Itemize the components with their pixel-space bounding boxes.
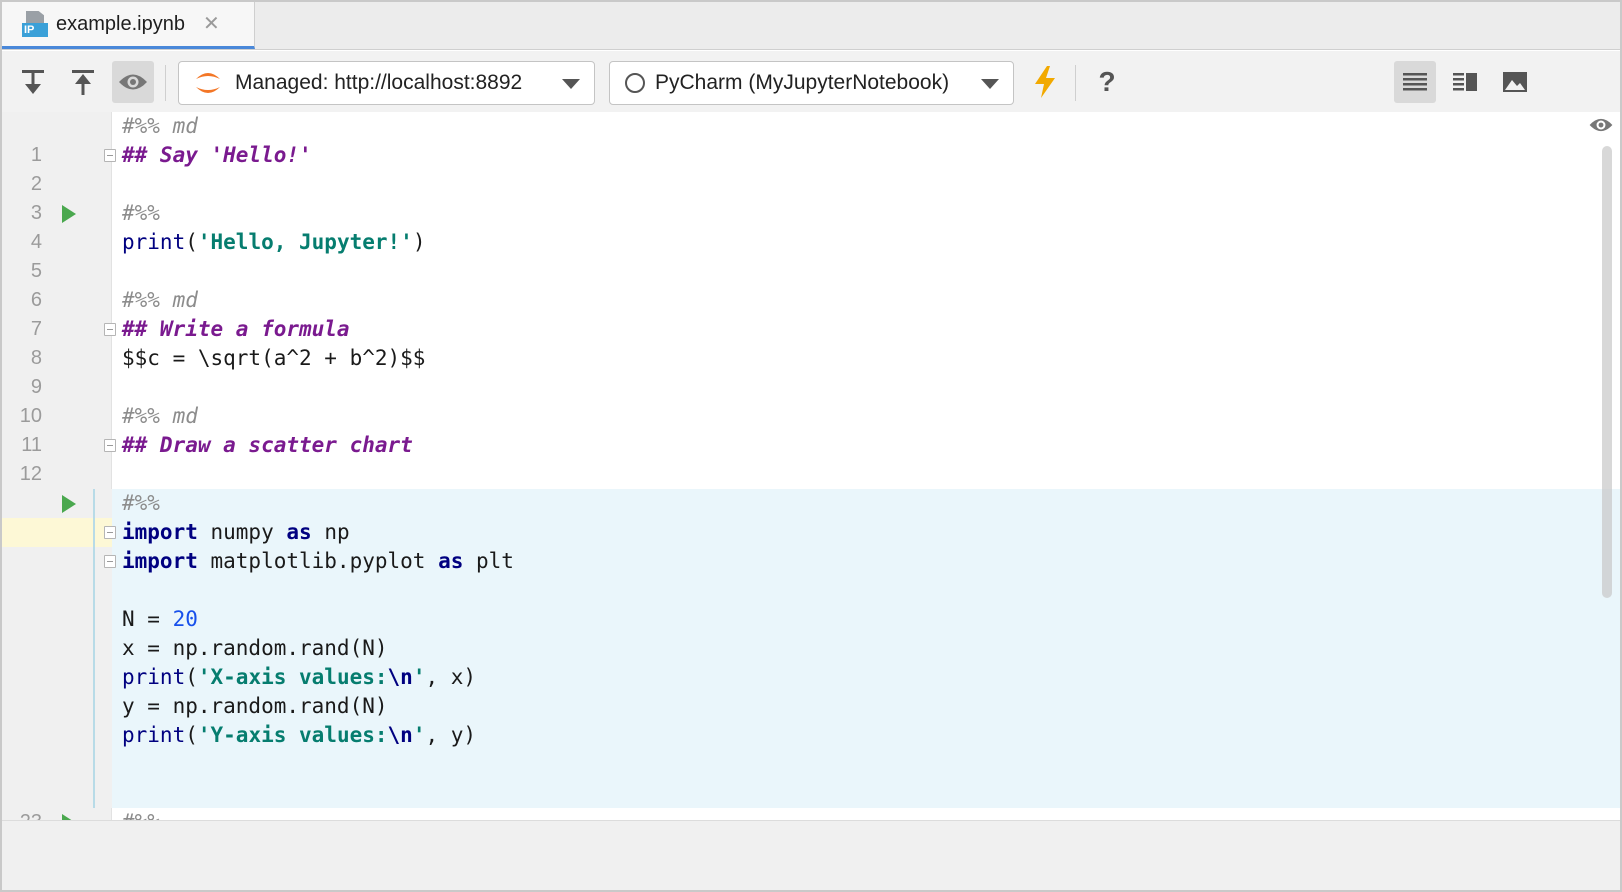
code-line: 11 #%% md <box>21 404 198 456</box>
code-line: 22 print('Y-axis values:\n', y) <box>2 721 1620 804</box>
fold-icon[interactable] <box>104 555 116 568</box>
code-line: 18 N = 20 <box>2 605 1620 688</box>
close-icon[interactable]: ✕ <box>203 14 220 34</box>
fold-icon[interactable] <box>104 149 116 162</box>
code-line: 4 #%% <box>30 201 160 253</box>
split-view-icon[interactable] <box>1444 61 1486 103</box>
ipynb-file-icon: IP <box>20 9 48 39</box>
run-cell-icon[interactable] <box>62 205 76 223</box>
code-line: 10 <box>19 405 42 427</box>
code-line: 8 ## Write a formula <box>30 317 350 369</box>
code-line: 3 <box>30 202 42 224</box>
code-line: 9 $$c = \sqrt(a^2 + b^2)$$ <box>30 346 426 398</box>
code-line: 15 import numpy as np <box>2 518 1620 601</box>
code-line: 1 #%% md <box>30 114 198 166</box>
fold-icon[interactable] <box>104 526 116 539</box>
code-line: 7 #%% md <box>30 288 198 340</box>
kernel-status-icon <box>625 73 645 93</box>
code-line: 23 <box>2 750 1620 820</box>
code-line: 16 import matplotlib.pyplot as plt <box>2 547 1620 630</box>
fold-icon[interactable] <box>104 439 116 452</box>
ide-window: IP example.ipynb ✕ Managed: http://local… <box>0 0 1622 892</box>
notebook-editor[interactable]: 1 #%% md 2 ## Say 'Hello!' 3 4 #%% 5 pri… <box>2 112 1620 820</box>
code-line: 13 <box>2 460 1620 514</box>
help-icon[interactable]: ? <box>1086 61 1128 103</box>
code-line: 25 #%% <box>2 808 1620 820</box>
chevron-down-icon <box>562 79 580 89</box>
lightning-icon[interactable] <box>1024 61 1066 103</box>
kernel-dropdown[interactable]: PyCharm (MyJupyterNotebook) <box>609 61 1014 105</box>
tab-example-ipynb[interactable]: IP example.ipynb ✕ <box>2 2 255 49</box>
code-line: 17 <box>2 576 1620 659</box>
run-cell-icon[interactable] <box>62 495 76 513</box>
preview-only-icon[interactable] <box>1494 61 1536 103</box>
code-line: 14 #%% <box>2 489 1620 572</box>
status-bar <box>2 820 1620 890</box>
code-line: 5 print('Hello, Jupyter!') <box>30 230 426 282</box>
vertical-scrollbar[interactable] <box>1602 146 1612 598</box>
fold-icon[interactable] <box>104 323 116 336</box>
kernel-label: PyCharm (MyJupyterNotebook) <box>655 71 950 94</box>
jupyter-logo-icon <box>196 73 220 93</box>
server-label: Managed: http://localhost:8892 <box>235 71 523 94</box>
editor-only-icon[interactable] <box>1394 61 1436 103</box>
code-line: 2 ## Say 'Hello!' <box>30 143 312 195</box>
server-dropdown[interactable]: Managed: http://localhost:8892 <box>178 61 595 105</box>
code-line: 6 <box>30 289 42 311</box>
chevron-down-icon <box>981 79 999 89</box>
tab-title: example.ipynb <box>56 12 185 35</box>
eye-icon[interactable] <box>112 61 154 103</box>
editor-tab-bar: IP example.ipynb ✕ <box>2 2 1620 50</box>
active-cell-indicator <box>93 489 95 808</box>
code-line: 19 x = np.random.rand(N) <box>2 634 1620 717</box>
eye-icon[interactable] <box>1588 116 1614 134</box>
code-line: 21 y = np.random.rand(N) <box>2 692 1620 775</box>
code-line: 24 <box>2 779 1620 808</box>
code-line: 12 ## Draw a scatter chart <box>19 433 413 485</box>
code-line: 20 print('X-axis values:\n', x) <box>2 663 1620 746</box>
upload-icon[interactable] <box>62 61 104 103</box>
download-icon[interactable] <box>12 61 54 103</box>
notebook-toolbar: Managed: http://localhost:8892 PyCharm (… <box>2 51 1620 113</box>
